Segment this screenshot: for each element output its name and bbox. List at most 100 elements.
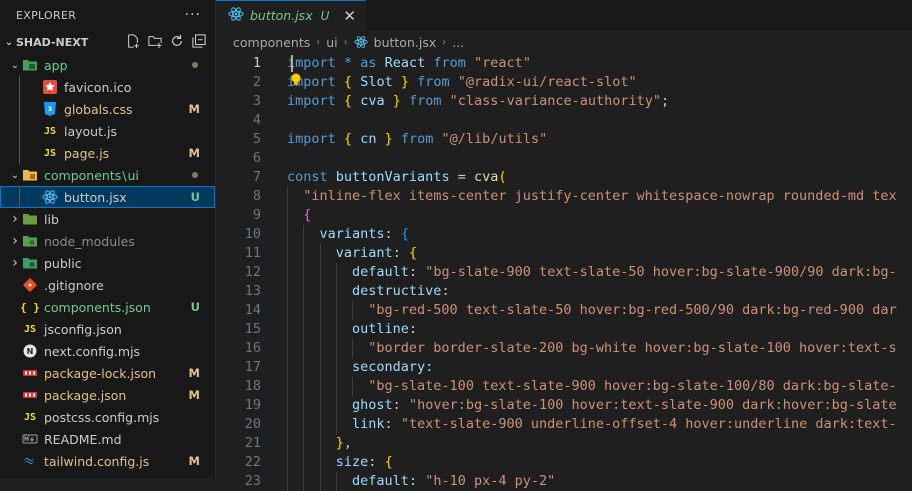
code-text: destructive: bbox=[352, 283, 450, 299]
indent-guide bbox=[319, 339, 321, 358]
indent-guide bbox=[303, 453, 305, 472]
path-separator: \ bbox=[122, 167, 127, 183]
indent-guide bbox=[335, 282, 337, 301]
tree-item-label: page.js bbox=[64, 145, 110, 161]
chevron-down-icon: ⌄ bbox=[10, 169, 20, 181]
indent-guide bbox=[303, 396, 305, 415]
indent-guide bbox=[287, 377, 288, 396]
code-text: "bg-slate-100 text-slate-900 hover:bg-sl… bbox=[368, 378, 897, 394]
tree-item-label: jsconfig.json bbox=[44, 321, 122, 337]
more-actions-icon[interactable]: ··· bbox=[185, 7, 201, 23]
line-number: 15 bbox=[244, 321, 261, 337]
new-folder-icon[interactable] bbox=[147, 33, 163, 49]
lightbulb-icon[interactable] bbox=[290, 73, 302, 93]
git-status-badge: M bbox=[188, 102, 200, 116]
explorer-title: EXPLORER bbox=[16, 8, 77, 22]
breadcrumb-item-components[interactable]: components bbox=[233, 35, 310, 50]
git-changes-dot bbox=[192, 172, 198, 178]
code-text: size: { bbox=[335, 454, 393, 470]
indent-guide bbox=[319, 377, 321, 396]
breadcrumb-item-file[interactable]: button.jsx bbox=[374, 35, 437, 50]
indent-guide bbox=[287, 187, 288, 206]
file-item-page-js[interactable]: JS page.js M bbox=[0, 142, 215, 164]
workspace-root[interactable]: ⌄ SHAD-NEXT bbox=[0, 30, 215, 54]
indent-guide bbox=[335, 339, 337, 358]
file-item-favicon-ico[interactable]: favicon.ico bbox=[0, 76, 215, 98]
line-number: 9 bbox=[252, 207, 261, 223]
favicon-icon bbox=[42, 79, 58, 95]
tab-button-jsx[interactable]: button.jsx U ✕ bbox=[216, 0, 366, 30]
code-text: }, bbox=[335, 435, 353, 451]
folder-item-app[interactable]: ⌄ app bbox=[0, 54, 215, 76]
folder-item-node-modules[interactable]: › node_modules bbox=[0, 230, 215, 252]
indent-guide bbox=[319, 396, 321, 415]
indent-guide bbox=[319, 434, 321, 453]
code-line: 4 bbox=[216, 111, 912, 130]
code-line: 2 import { Slot } from "@radix-ui/react-s… bbox=[216, 73, 912, 92]
collapse-all-icon[interactable] bbox=[191, 33, 207, 49]
file-tree: ⌄ app favicon.ico 3 globals.css M JS layout.js J… bbox=[0, 54, 215, 472]
breadcrumb-item-symbol[interactable]: ... bbox=[452, 35, 464, 50]
code-text: "inline-flex items-center justify-center… bbox=[303, 188, 897, 204]
indent-guide bbox=[319, 453, 321, 472]
close-icon[interactable]: ✕ bbox=[343, 7, 356, 25]
folder-item-components[interactable]: ⌄ components \ ui bbox=[0, 164, 215, 186]
tree-item-label: README.md bbox=[44, 431, 122, 447]
file-item-package-json[interactable]: package.json M bbox=[0, 384, 215, 406]
file-item-package-lock-json[interactable]: package-lock.json M bbox=[0, 362, 215, 384]
file-item--gitignore[interactable]: .gitignore bbox=[0, 274, 215, 296]
file-item-postcss-config-mjs[interactable]: JS postcss.config.mjs bbox=[0, 406, 215, 428]
folder-item-lib[interactable]: › lib bbox=[0, 208, 215, 230]
tree-item-label: components bbox=[44, 167, 122, 183]
file-item-components-json[interactable]: { } components.json U bbox=[0, 296, 215, 318]
folder-item-public[interactable]: › public bbox=[0, 252, 215, 274]
indent-guide bbox=[19, 120, 20, 142]
tree-item-label: postcss.config.mjs bbox=[44, 409, 160, 425]
code-line: 8 "inline-flex items-center justify-cent… bbox=[216, 187, 912, 206]
git-changes-dot bbox=[192, 62, 198, 68]
code-line: 5 import { cn } from "@/lib/utils" bbox=[216, 130, 912, 149]
code-line: 16 "border border-slate-200 bg-white hov… bbox=[216, 339, 912, 358]
chevron-right-icon: › bbox=[442, 36, 447, 48]
tree-item-label: globals.css bbox=[64, 101, 133, 117]
svg-text:N: N bbox=[27, 347, 34, 356]
code-line: 1 import * as React from "react" bbox=[216, 54, 912, 73]
line-number: 11 bbox=[244, 245, 261, 261]
tree-item-label: node_modules bbox=[44, 233, 135, 249]
file-item-jsconfig-json[interactable]: JS jsconfig.json bbox=[0, 318, 215, 340]
css-file-icon: 3 bbox=[42, 101, 58, 117]
chevron-right-icon: › bbox=[316, 36, 321, 48]
indent-guide bbox=[335, 263, 337, 282]
file-item-button-jsx[interactable]: button.jsx U bbox=[0, 186, 215, 208]
chevron-right-icon: › bbox=[12, 255, 18, 271]
line-number: 7 bbox=[252, 169, 261, 185]
code-text: import { Slot } from "@radix-ui/react-sl… bbox=[287, 74, 637, 90]
explorer-header: EXPLORER ··· bbox=[0, 0, 215, 30]
tree-item-label: .gitignore bbox=[44, 277, 104, 293]
indent-guide bbox=[335, 415, 337, 434]
code-text: import { cva } from "class-variance-auth… bbox=[287, 93, 670, 109]
code-editor[interactable]: 1 import * as React from "react" 2 import {… bbox=[216, 54, 912, 491]
new-file-icon[interactable] bbox=[125, 33, 141, 49]
line-number: 21 bbox=[244, 435, 261, 451]
indent-guide bbox=[303, 301, 305, 320]
tree-item-label: layout.js bbox=[64, 123, 117, 139]
file-item-globals-css[interactable]: 3 globals.css M bbox=[0, 98, 215, 120]
code-line: 15 outline: bbox=[216, 320, 912, 339]
react-file-icon bbox=[354, 35, 368, 49]
indent-guide bbox=[319, 263, 321, 282]
react-file-icon bbox=[228, 6, 244, 26]
code-line: 6 bbox=[216, 149, 912, 168]
tree-item-label: components.json bbox=[44, 299, 151, 315]
indent-guide bbox=[319, 320, 321, 339]
file-item-readme-md[interactable]: README.md bbox=[0, 428, 215, 450]
file-item-tailwind-config-js[interactable]: tailwind.config.js M bbox=[0, 450, 215, 472]
refresh-icon[interactable] bbox=[169, 33, 185, 49]
file-item-next-config-mjs[interactable]: Nnext.config.mjs bbox=[0, 340, 215, 362]
code-line: 14 "bg-red-500 text-slate-50 hover:bg-re… bbox=[216, 301, 912, 320]
indent-guide bbox=[287, 472, 288, 491]
breadcrumb-item-ui[interactable]: ui bbox=[326, 35, 337, 50]
tree-item-label: button.jsx bbox=[64, 189, 127, 205]
folder-components-icon bbox=[22, 167, 38, 183]
file-item-layout-js[interactable]: JS layout.js bbox=[0, 120, 215, 142]
